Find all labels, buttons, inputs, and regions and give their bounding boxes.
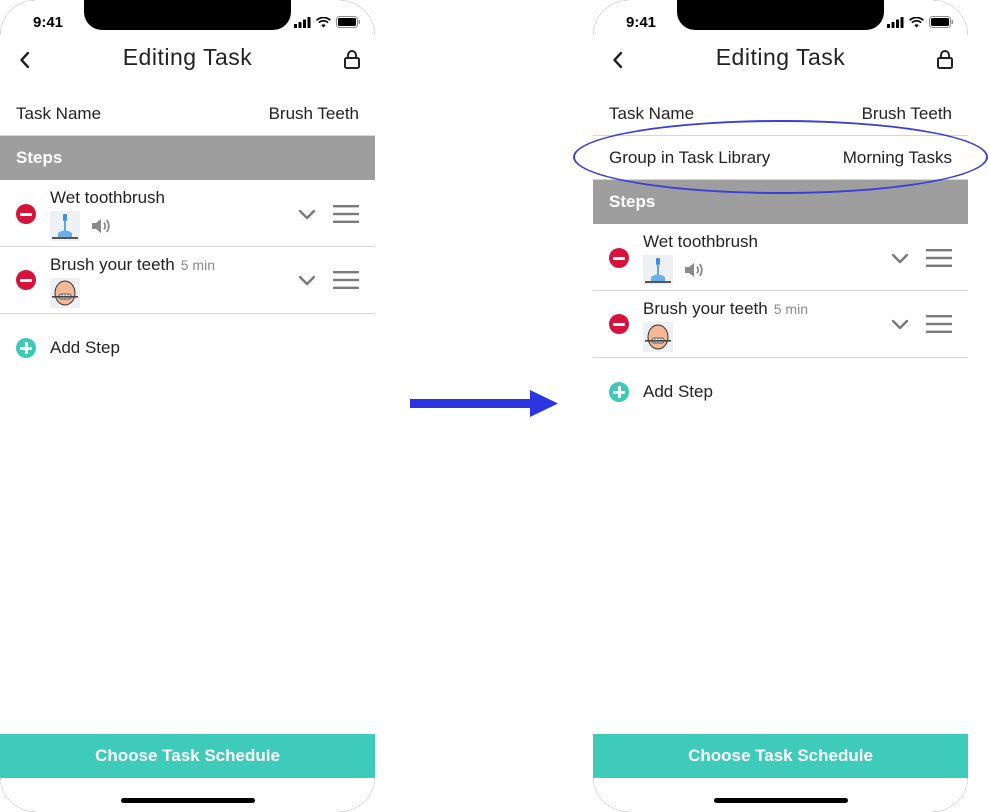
remove-step-button[interactable] — [16, 204, 36, 224]
toothbrush-icon — [50, 211, 80, 241]
status-time: 9:41 — [626, 14, 657, 31]
brushing-teeth-icon — [50, 278, 80, 308]
wifi-icon — [316, 16, 331, 27]
task-name-value[interactable]: Brush Teeth — [862, 104, 952, 124]
speaker-icon[interactable] — [90, 216, 112, 236]
drag-handle-icon[interactable] — [333, 204, 359, 224]
lock-icon[interactable] — [936, 49, 954, 69]
notch — [84, 0, 291, 30]
steps-header-label: Steps — [16, 148, 63, 167]
lock-icon[interactable] — [343, 49, 361, 69]
add-step-button[interactable]: Add Step — [593, 370, 968, 414]
task-name-label: Task Name — [609, 104, 695, 123]
status-icons — [887, 15, 954, 29]
phone-after: 9:41 Editing Task Task Name Brush Teeth … — [593, 0, 968, 812]
choose-task-schedule-button[interactable]: Choose Task Schedule — [593, 734, 968, 778]
chevron-down-icon[interactable] — [297, 209, 317, 221]
steps-section-header: Steps — [0, 136, 375, 180]
drag-handle-icon[interactable] — [926, 248, 952, 268]
nav-bar: Editing Task — [593, 40, 968, 80]
phone-before: 9:41 Editing Task Task Name Brush Teeth … — [0, 0, 375, 812]
step-row[interactable]: Wet toothbrush — [593, 224, 968, 291]
add-step-button[interactable]: Add Step — [0, 326, 375, 370]
remove-step-button[interactable] — [609, 248, 629, 268]
screen-before: 9:41 Editing Task Task Name Brush Teeth … — [0, 0, 375, 812]
task-name-row[interactable]: Task Name Brush Teeth — [0, 92, 375, 136]
step-title: Wet toothbrush — [50, 188, 165, 208]
plus-circle-icon — [609, 382, 629, 402]
drag-handle-icon[interactable] — [926, 314, 952, 334]
right-arrow-icon — [410, 390, 558, 417]
drag-handle-icon[interactable] — [333, 270, 359, 290]
step-row[interactable]: Wet toothbrush — [0, 180, 375, 247]
plus-circle-icon — [16, 338, 36, 358]
remove-step-button[interactable] — [16, 270, 36, 290]
group-value[interactable]: Morning Tasks — [843, 148, 952, 168]
step-title-text: Brush your teeth — [50, 255, 175, 274]
page-title: Editing Task — [715, 44, 846, 70]
step-duration: 5 min — [180, 257, 215, 273]
signal-icon — [887, 16, 904, 28]
speaker-icon[interactable] — [683, 260, 705, 280]
step-row[interactable]: Brush your teeth 5 min — [0, 247, 375, 314]
step-title: Wet toothbrush — [643, 232, 758, 252]
step-title: Brush your teeth 5 min — [50, 255, 215, 275]
wifi-icon — [909, 16, 924, 27]
task-name-value[interactable]: Brush Teeth — [269, 104, 359, 124]
chevron-left-icon[interactable] — [607, 48, 631, 72]
brushing-teeth-icon — [643, 322, 673, 352]
chevron-down-icon[interactable] — [297, 275, 317, 287]
battery-icon — [929, 16, 953, 28]
battery-icon — [336, 16, 360, 28]
nav-bar: Editing Task — [0, 40, 375, 80]
notch — [677, 0, 884, 30]
steps-header-label: Steps — [609, 192, 656, 211]
home-indicator — [714, 798, 848, 803]
step-title: Brush your teeth 5 min — [643, 299, 808, 319]
status-time: 9:41 — [33, 14, 64, 31]
step-title-text: Wet toothbrush — [50, 188, 165, 207]
home-indicator — [121, 798, 255, 803]
add-step-label: Add Step — [50, 338, 120, 357]
chevron-left-icon[interactable] — [14, 48, 38, 72]
status-icons — [294, 15, 361, 29]
steps-section-header: Steps — [593, 180, 968, 224]
signal-icon — [294, 16, 311, 28]
group-label: Group in Task Library — [609, 148, 771, 167]
step-row[interactable]: Brush your teeth 5 min — [593, 291, 968, 358]
add-step-label: Add Step — [643, 382, 713, 401]
task-name-label: Task Name — [16, 104, 102, 123]
step-title-text: Brush your teeth — [643, 299, 768, 318]
step-title-text: Wet toothbrush — [643, 232, 758, 251]
group-in-task-library-row[interactable]: Group in Task Library Morning Tasks — [593, 136, 968, 180]
screen-after: 9:41 Editing Task Task Name Brush Teeth … — [593, 0, 968, 812]
task-name-row[interactable]: Task Name Brush Teeth — [593, 92, 968, 136]
remove-step-button[interactable] — [609, 314, 629, 334]
step-duration: 5 min — [773, 301, 808, 317]
toothbrush-icon — [643, 255, 673, 285]
chevron-down-icon[interactable] — [890, 319, 910, 331]
choose-task-schedule-button[interactable]: Choose Task Schedule — [0, 734, 375, 778]
chevron-down-icon[interactable] — [890, 253, 910, 265]
page-title: Editing Task — [122, 44, 253, 70]
